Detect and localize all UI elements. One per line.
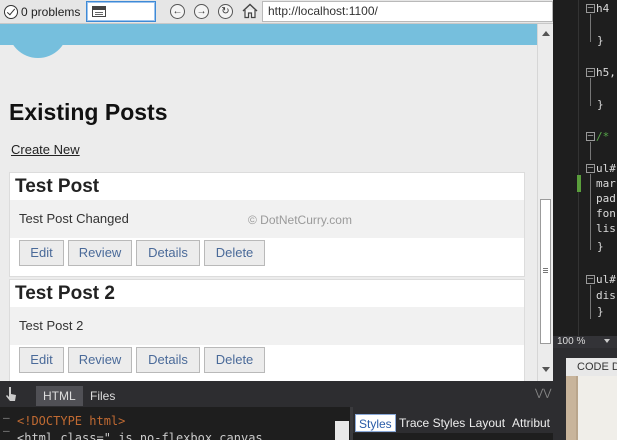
- fold-toggle-icon[interactable]: –: [586, 132, 595, 141]
- fold-toggle-icon[interactable]: –: [586, 275, 595, 284]
- code-definition-title[interactable]: CODE D: [566, 358, 617, 376]
- tree-gutter: – –: [3, 411, 10, 437]
- fold-line: [590, 78, 591, 106]
- code-line: fon: [596, 207, 616, 220]
- tab-trace-styles[interactable]: Trace Styles: [396, 414, 468, 432]
- code-line: }: [597, 305, 604, 318]
- post-title: Test Post: [10, 173, 524, 200]
- code-line: lis: [596, 222, 616, 235]
- fold-line: [590, 174, 591, 250]
- code-comment: /*: [596, 130, 610, 143]
- page-title: Existing Posts: [9, 99, 168, 125]
- code-line: ul#: [596, 162, 616, 175]
- forward-arrow-icon: →: [196, 6, 207, 17]
- check-circle-icon: [4, 5, 18, 19]
- grip-icon: [543, 268, 548, 269]
- forward-button[interactable]: →: [194, 4, 209, 19]
- code-line: pad: [596, 192, 616, 205]
- code-line: }: [597, 34, 604, 47]
- css-code-editor[interactable]: – h4 } – h5, } – /* – ul# mar pad fon li…: [553, 0, 617, 336]
- problems-label: 0 problems: [21, 5, 81, 19]
- scroll-down-icon[interactable]: [542, 367, 550, 372]
- post-card: Test Post 2 Test Post 2 Edit Review Deta…: [9, 279, 525, 381]
- refresh-icon: ↻: [221, 6, 230, 17]
- collapse-chevron-icon[interactable]: ⋁⋁: [535, 388, 551, 399]
- tab-layout[interactable]: Layout: [466, 414, 508, 432]
- browser-window-icon: [92, 6, 106, 17]
- browser-toolbar: 0 problems ← → ↻ http://localhost:1100/: [0, 0, 553, 24]
- dom-tree[interactable]: – – <!DOCTYPE html> <html class=" js no-f…: [0, 407, 350, 440]
- dom-tree-line[interactable]: <!DOCTYPE html>: [17, 414, 125, 428]
- post-actions: Edit Review Details Delete: [10, 345, 524, 381]
- select-element-icon[interactable]: [4, 385, 20, 403]
- edit-button[interactable]: Edit: [19, 347, 64, 373]
- change-marker: [577, 175, 581, 192]
- viewport-scrollbar[interactable]: [537, 24, 553, 381]
- site-logo-circle: [8, 24, 68, 58]
- code-line: h5,: [596, 66, 616, 79]
- tab-html[interactable]: HTML: [36, 386, 83, 406]
- details-button[interactable]: Details: [136, 347, 200, 373]
- delete-button[interactable]: Delete: [204, 347, 265, 373]
- code-line: mar: [596, 177, 616, 190]
- edit-button[interactable]: Edit: [19, 240, 64, 266]
- back-arrow-icon: ←: [172, 6, 183, 17]
- code-line: dis: [596, 289, 616, 302]
- tab-styles[interactable]: Styles: [355, 414, 396, 432]
- dom-tree-scrollbar[interactable]: [335, 421, 349, 440]
- code-definition-content: [576, 376, 617, 440]
- scroll-thumb[interactable]: [540, 199, 551, 344]
- details-button[interactable]: Details: [136, 240, 200, 266]
- code-definition-edge: [566, 376, 576, 440]
- problems-indicator[interactable]: 0 problems: [4, 3, 80, 21]
- home-icon[interactable]: [242, 3, 258, 19]
- fold-line: [590, 285, 591, 319]
- code-line: }: [597, 98, 604, 111]
- review-button[interactable]: Review: [68, 240, 132, 266]
- styles-content: [353, 433, 553, 440]
- code-line: ul#: [596, 273, 616, 286]
- editor-gutter: [553, 0, 579, 336]
- fold-line: [590, 142, 591, 160]
- chevron-down-icon[interactable]: [604, 339, 610, 343]
- delete-button[interactable]: Delete: [204, 240, 265, 266]
- dom-explorer-tabs: HTML Files ⋁⋁: [0, 381, 553, 407]
- post-title: Test Post 2: [10, 280, 524, 307]
- back-button[interactable]: ←: [170, 4, 185, 19]
- post-actions: Edit Review Details Delete: [10, 238, 524, 276]
- browser-target-selector[interactable]: [86, 1, 156, 22]
- app-window: 0 problems ← → ↻ http://localhost:1100/ …: [0, 0, 617, 440]
- address-bar[interactable]: http://localhost:1100/: [262, 1, 553, 22]
- scroll-up-icon[interactable]: [542, 31, 550, 36]
- code-line: h4: [596, 2, 610, 15]
- tab-files[interactable]: Files: [83, 386, 122, 406]
- review-button[interactable]: Review: [68, 347, 132, 373]
- dom-tree-line[interactable]: <html class=" js no-flexbox canvas: [17, 431, 263, 440]
- tab-attributes[interactable]: Attribut: [509, 414, 553, 432]
- refresh-button[interactable]: ↻: [218, 4, 233, 19]
- browser-viewport: Existing Posts Create New Test Post Test…: [0, 24, 537, 381]
- post-body: Test Post 2: [19, 318, 84, 333]
- create-new-link[interactable]: Create New: [11, 142, 80, 157]
- site-header-band: [0, 24, 537, 45]
- fold-toggle-icon[interactable]: –: [586, 68, 595, 77]
- fold-toggle-icon[interactable]: –: [586, 164, 595, 173]
- watermark: © DotNetCurry.com: [248, 213, 352, 227]
- fold-toggle-icon[interactable]: –: [586, 4, 595, 13]
- fold-line: [590, 14, 591, 42]
- code-line: }: [597, 240, 604, 253]
